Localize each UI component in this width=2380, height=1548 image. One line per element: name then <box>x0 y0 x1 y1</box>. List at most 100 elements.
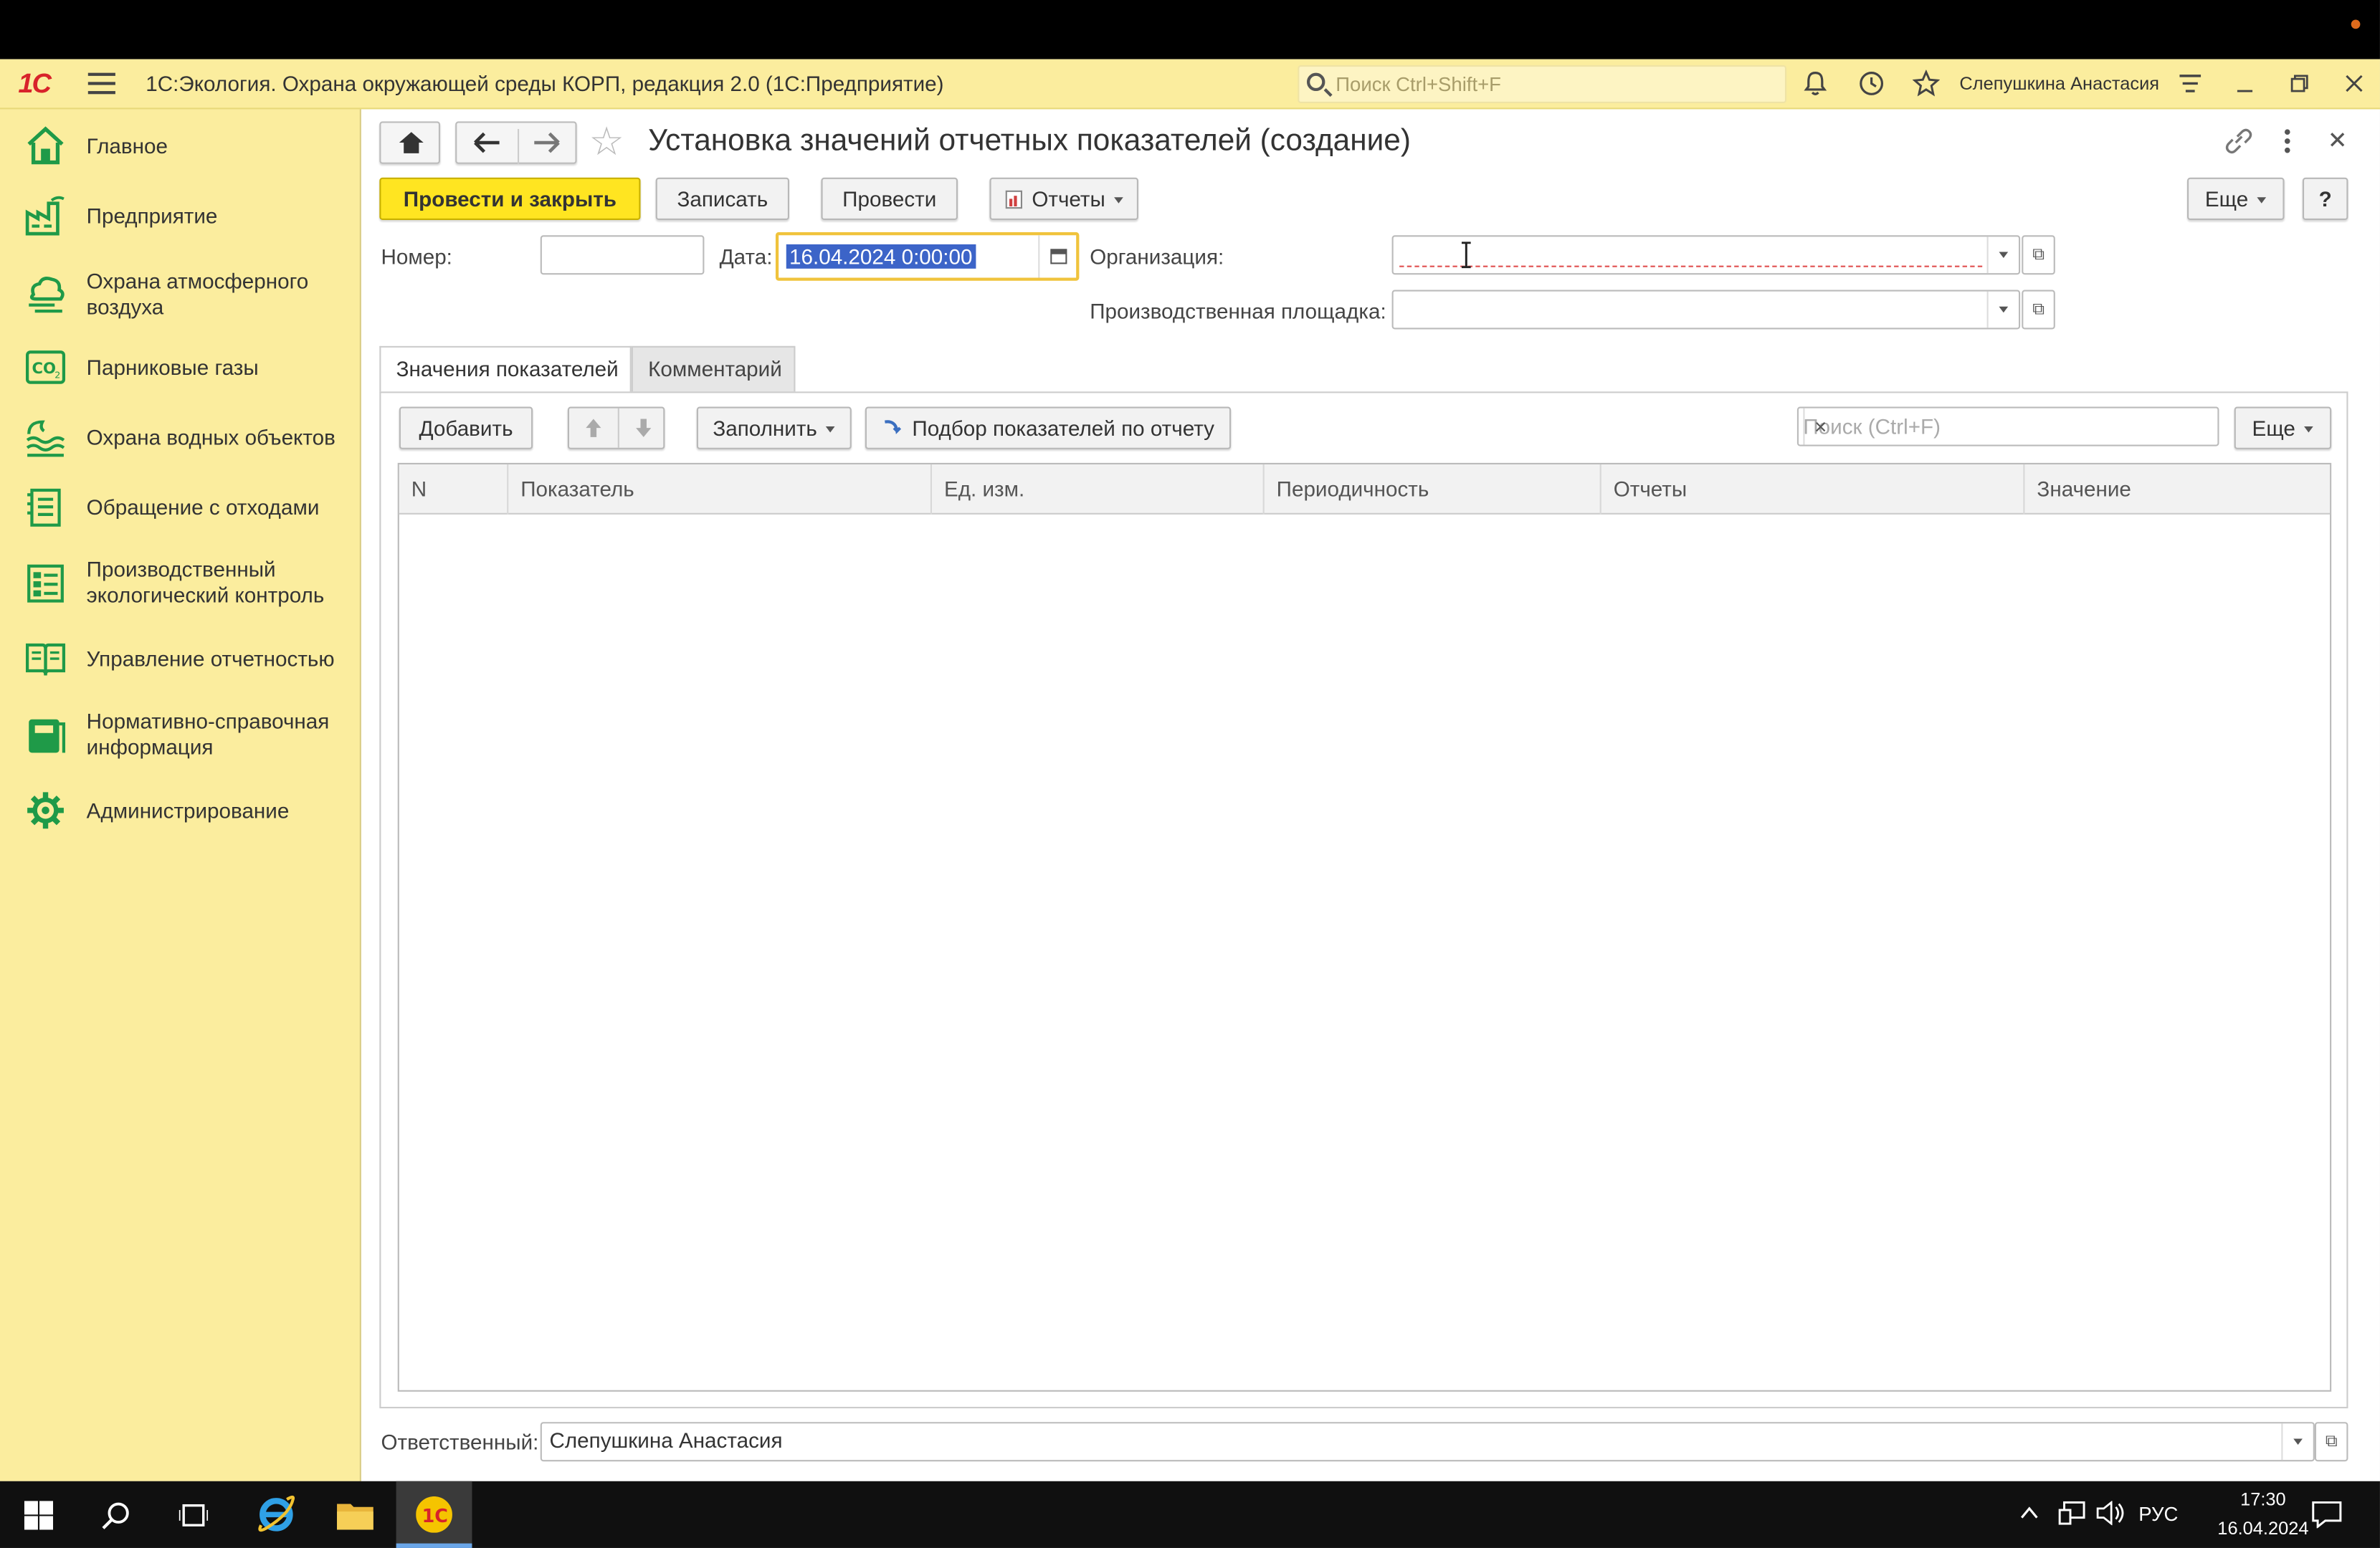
pick-label: Подбор показателей по отчету <box>912 416 1214 441</box>
taskbar-search-icon[interactable] <box>77 1481 153 1548</box>
add-button[interactable]: Добавить <box>399 406 533 449</box>
sidebar-item-main[interactable]: Главное <box>0 125 361 167</box>
internet-explorer-icon[interactable] <box>238 1481 314 1548</box>
network-icon[interactable] <box>2058 1501 2085 1529</box>
task-view-icon[interactable] <box>155 1481 231 1548</box>
co2-icon: CO2 <box>25 350 66 384</box>
sidebar-item-reference[interactable]: Нормативно-справочная информация <box>0 707 361 762</box>
forward-arrow-icon[interactable] <box>517 128 579 164</box>
settings-lines-icon[interactable] <box>2175 70 2205 100</box>
column-value[interactable]: Значение <box>2024 464 2333 515</box>
open-responsible-button[interactable]: ⧉ <box>2314 1422 2348 1462</box>
history-icon[interactable] <box>1856 70 1886 100</box>
number-label: Номер: <box>381 244 452 269</box>
reports-dropdown[interactable]: Отчеты <box>989 177 1138 221</box>
organization-label: Организация: <box>1090 244 1224 269</box>
favorites-star-icon[interactable] <box>1911 69 1941 100</box>
sidebar: Главное Предприятие Охрана атмосферного … <box>0 109 361 1481</box>
sidebar-item-waste[interactable]: Обращение с отходами <box>0 486 361 528</box>
tray-expand-icon[interactable] <box>2019 1502 2040 1528</box>
required-underline <box>1399 265 1983 267</box>
chevron-down-icon <box>2257 197 2267 204</box>
language-indicator[interactable]: РУС <box>2138 1502 2178 1525</box>
chevron-down-icon <box>826 426 836 434</box>
document-form: ☆ Установка значений отчетных показателе… <box>361 109 2380 1481</box>
sidebar-item-label: Предприятие <box>86 202 218 227</box>
menu-icon[interactable] <box>87 72 115 95</box>
report-book-icon <box>25 643 66 676</box>
bell-icon[interactable] <box>1800 70 1830 100</box>
more-actions-button[interactable]: Еще <box>2187 177 2285 221</box>
link-icon[interactable] <box>2224 128 2254 159</box>
open-site-button[interactable]: ⧉ <box>2022 290 2055 330</box>
clock-time[interactable]: 17:30 <box>2210 1489 2316 1510</box>
help-button[interactable]: ? <box>2302 177 2348 221</box>
column-reports[interactable]: Отчеты <box>1601 464 2025 515</box>
windows-start-icon[interactable] <box>0 1481 76 1548</box>
file-explorer-icon[interactable] <box>318 1481 394 1548</box>
restore-icon[interactable] <box>2285 70 2315 100</box>
sidebar-item-admin[interactable]: Администрирование <box>0 789 361 831</box>
minimize-icon[interactable] <box>2229 70 2260 100</box>
user-name[interactable]: Слепушкина Анастасия <box>1959 73 2159 95</box>
close-form-icon[interactable] <box>2327 129 2348 155</box>
top-black-bar <box>0 0 2380 59</box>
table-search-input[interactable]: Поиск (Ctrl+F) × <box>1796 406 2219 446</box>
status-dot <box>2351 19 2361 29</box>
chevron-down-icon[interactable] <box>1986 291 2019 328</box>
global-search-input[interactable]: Поиск Ctrl+Shift+F <box>1298 65 1787 103</box>
text-cursor-icon <box>1461 242 1471 269</box>
close-window-icon[interactable] <box>2339 70 2369 100</box>
favorite-star-icon[interactable]: ☆ <box>589 118 624 166</box>
sidebar-item-greenhouse[interactable]: CO 2 Парниковые газы <box>0 346 361 388</box>
indicators-table[interactable]: N Показатель Ед. изм. Периодичность Отче… <box>397 462 2333 1392</box>
home-button[interactable] <box>379 121 441 164</box>
water-icon <box>26 420 65 457</box>
site-field[interactable] <box>1391 290 2021 330</box>
sidebar-item-control[interactable]: Производственный экологический контроль <box>0 555 361 610</box>
home-icon <box>27 126 64 165</box>
more-vertical-icon[interactable] <box>2281 128 2293 159</box>
svg-text:CO: CO <box>32 359 56 377</box>
column-indicator[interactable]: Показатель <box>508 464 933 515</box>
notifications-icon[interactable] <box>2312 1501 2342 1532</box>
tab-indicator-values[interactable]: Значения показателей <box>379 345 632 393</box>
fill-dropdown[interactable]: Заполнить <box>696 406 852 449</box>
column-periodicity[interactable]: Периодичность <box>1265 464 1601 515</box>
organization-field[interactable] <box>1391 235 2021 275</box>
column-unit[interactable]: Ед. изм. <box>932 464 1265 515</box>
volume-icon[interactable] <box>2096 1500 2126 1529</box>
back-arrow-icon[interactable] <box>457 129 518 164</box>
move-down-icon[interactable] <box>617 408 667 448</box>
sidebar-item-water[interactable]: Охрана водных объектов <box>0 416 361 458</box>
site-label: Производственная площадка: <box>1090 299 1386 324</box>
1c-app-taskbar-icon[interactable]: 1С <box>396 1481 472 1548</box>
sidebar-item-label: Управление отчетностью <box>86 646 335 670</box>
page-title: Установка значений отчетных показателей … <box>648 124 1411 158</box>
date-field[interactable]: 16.04.2024 0:00:00 <box>775 231 1080 281</box>
clear-search-icon[interactable]: × <box>1803 408 1837 445</box>
move-up-icon[interactable] <box>569 408 618 448</box>
clock-date[interactable]: 16.04.2024 <box>2210 1518 2316 1539</box>
column-n[interactable]: N <box>399 464 509 515</box>
sidebar-item-enterprise[interactable]: Предприятие <box>0 194 361 236</box>
save-button[interactable]: Записать <box>655 177 789 221</box>
responsible-field[interactable]: Слепушкина Анастасия <box>540 1422 2315 1462</box>
table-header: N Показатель Ед. изм. Периодичность Отче… <box>399 464 2333 515</box>
fill-label: Заполнить <box>713 416 817 441</box>
open-organization-button[interactable]: ⧉ <box>2022 235 2055 275</box>
table-more-button[interactable]: Еще <box>2234 406 2332 449</box>
sidebar-item-label: Обращение с отходами <box>86 494 320 519</box>
post-and-close-button[interactable]: Провести и закрыть <box>379 177 641 221</box>
chevron-down-icon[interactable] <box>1986 236 2019 274</box>
responsible-label: Ответственный: <box>381 1429 539 1454</box>
sidebar-item-air[interactable]: Охрана атмосферного воздуха <box>0 267 361 322</box>
pick-by-report-button[interactable]: Подбор показателей по отчету <box>865 406 1232 449</box>
calendar-icon[interactable] <box>1038 235 1076 278</box>
sidebar-item-reporting[interactable]: Управление отчетностью <box>0 637 361 679</box>
tab-comment[interactable]: Комментарий <box>631 345 796 393</box>
post-button[interactable]: Провести <box>821 177 958 221</box>
tab-panel: Добавить Заполнить Подбор показателей по… <box>379 391 2348 1409</box>
chevron-down-icon[interactable] <box>2281 1423 2313 1461</box>
number-field[interactable] <box>540 235 705 275</box>
